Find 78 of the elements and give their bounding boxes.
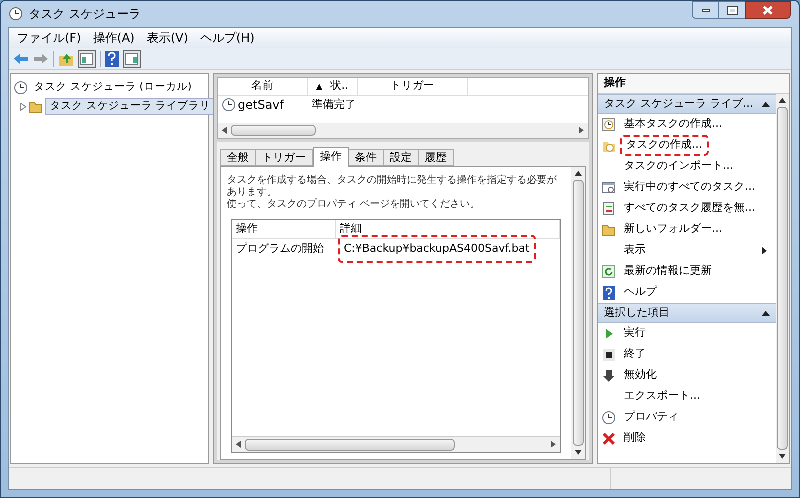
list-icon	[602, 202, 616, 216]
scroll-arrow-icon[interactable]	[551, 441, 556, 448]
action-item[interactable]: 無効化	[624, 367, 657, 384]
vertical-scrollbar[interactable]	[776, 94, 789, 463]
vertical-scrollbar[interactable]	[571, 167, 585, 459]
pane-icon[interactable]	[123, 50, 141, 68]
back-arrow-icon[interactable]	[13, 52, 29, 64]
clock-icon	[222, 98, 236, 112]
clock-icon	[602, 410, 616, 424]
table-cell-text: プログラムの開始	[235, 240, 325, 257]
column-header[interactable]: 状..	[330, 78, 349, 95]
sort-indicator: ▲	[316, 80, 323, 92]
tab[interactable]: 履歴	[419, 149, 454, 166]
pane-icon[interactable]	[78, 50, 96, 68]
tab[interactable]: 設定	[384, 149, 419, 166]
tab[interactable]: トリガー	[256, 149, 313, 166]
description-text: タスクを作成する場合、タスクの開始時に発生する操作を指定する必要があります。	[227, 175, 558, 198]
tab[interactable]: 条件	[349, 149, 384, 166]
action-item[interactable]: タスクのインポート...	[624, 158, 734, 175]
maximize-button[interactable]	[719, 1, 745, 19]
clock-icon	[14, 80, 28, 94]
action-item[interactable]: タスクの作成...	[620, 135, 708, 156]
column-header[interactable]: 操作	[232, 220, 336, 238]
action-item[interactable]: 新しいフォルダー...	[624, 221, 722, 238]
tree-item[interactable]: タスク スケジューラ ライブラリ	[45, 98, 216, 116]
scroll-arrow-icon[interactable]	[574, 171, 582, 176]
column-header[interactable]: トリガー	[358, 78, 468, 95]
action-item[interactable]: エクスポート...	[624, 388, 700, 405]
column-header[interactable]: 名前	[218, 78, 308, 95]
action-item[interactable]: 基本タスクの作成...	[624, 116, 722, 133]
action-item[interactable]: 削除	[624, 430, 646, 447]
window-clock-icon	[602, 180, 616, 194]
tab[interactable]: 操作	[313, 147, 349, 167]
refresh-icon	[602, 264, 616, 278]
action-item[interactable]: 最新の情報に更新	[624, 263, 712, 280]
menu-item[interactable]: ヘルプ(H)	[200, 29, 255, 47]
tree-item[interactable]: タスク スケジューラ (ローカル)	[30, 80, 196, 96]
help-icon	[602, 286, 616, 300]
action-item[interactable]: すべてのタスク履歴を無...	[624, 200, 756, 217]
close-icon	[763, 6, 773, 14]
scroll-arrow-icon[interactable]	[779, 98, 786, 103]
expand-arrow-icon[interactable]	[19, 102, 27, 110]
scroll-arrow-icon[interactable]	[579, 127, 584, 134]
down-arrow-icon	[602, 368, 616, 382]
scroll-arrow-icon[interactable]	[779, 454, 786, 459]
column-header[interactable]: 詳細	[336, 220, 560, 238]
scroll-arrow-icon[interactable]	[222, 127, 227, 134]
delete-icon	[602, 432, 616, 446]
action-item[interactable]: プロパティ	[624, 409, 679, 426]
stop-icon	[602, 348, 616, 362]
action-item[interactable]: 実行	[624, 325, 646, 342]
table-cell: C:¥Backup¥backupAS400Savf.bat	[338, 234, 536, 264]
folder-icon	[602, 222, 616, 236]
action-item[interactable]: ヘルプ	[624, 284, 657, 301]
menu-item[interactable]: 表示(V)	[146, 29, 188, 47]
window-title: タスク スケジューラ	[29, 6, 141, 23]
table-cell-text: 準備完了	[311, 96, 356, 113]
description-text: 使って、タスクのプロパティ ページを開いてください。	[227, 199, 482, 211]
clock-page-icon	[602, 118, 616, 132]
folder-icon	[29, 100, 43, 114]
table-cell-text: getSavf	[238, 97, 284, 114]
close-button[interactable]	[745, 1, 791, 19]
clock-icon	[9, 7, 23, 21]
menu-item[interactable]: 操作(A)	[93, 29, 135, 47]
help-icon[interactable]	[105, 50, 119, 66]
horizontal-scrollbar[interactable]	[218, 123, 588, 138]
action-item[interactable]: 実行中のすべてのタスク...	[624, 179, 756, 196]
submenu-arrow-icon[interactable]	[760, 246, 768, 254]
pane-header: 操作	[598, 74, 789, 94]
tab[interactable]: 全般	[220, 149, 256, 166]
collapse-arrow-icon[interactable]	[762, 309, 770, 317]
action-item[interactable]: 表示	[624, 242, 646, 259]
action-item[interactable]: 終了	[624, 346, 646, 363]
menu-item[interactable]: ファイル(F)	[17, 29, 82, 47]
scroll-arrow-icon[interactable]	[236, 441, 241, 448]
minimize-button[interactable]	[692, 1, 719, 19]
scroll-arrow-icon[interactable]	[574, 450, 582, 455]
collapse-arrow-icon[interactable]	[762, 100, 770, 108]
